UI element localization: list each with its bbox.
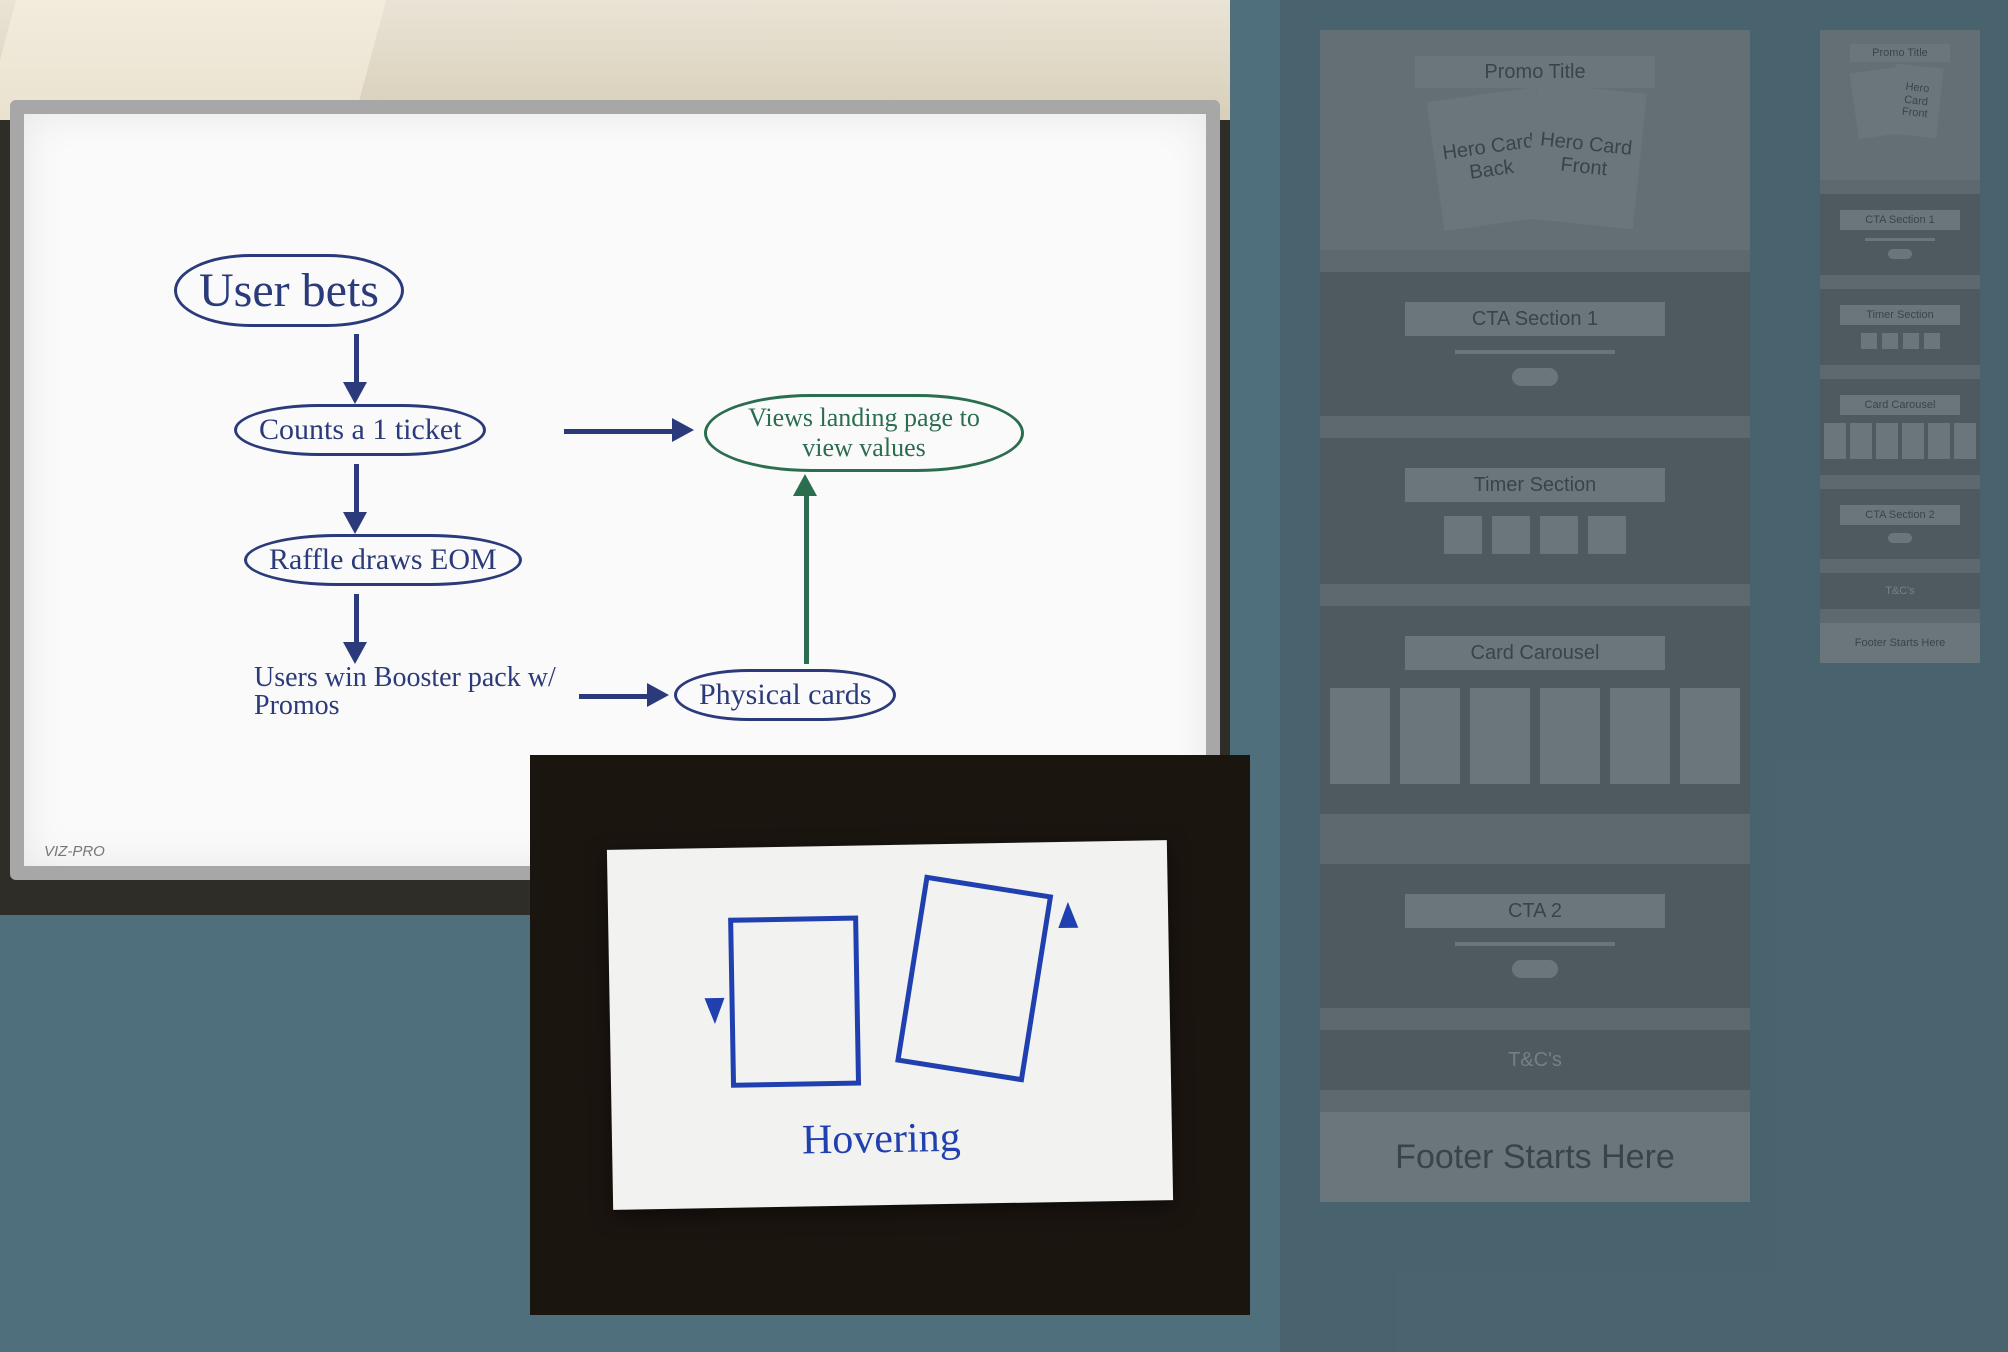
cta-button[interactable] (1888, 249, 1912, 259)
arrow-down-icon (343, 512, 367, 534)
spacer (1320, 1090, 1750, 1112)
divider (1455, 942, 1615, 946)
arrow-down-icon (343, 382, 367, 404)
cta-button[interactable] (1512, 960, 1558, 978)
node-winners: Users win Booster pack w/ Promos (254, 664, 574, 720)
timer-boxes (1444, 516, 1626, 554)
arrow-line (804, 494, 809, 664)
node-raffle: Raffle draws EOM (244, 534, 522, 586)
hero-section: Promo Title Hero Card Front (1820, 30, 1980, 180)
arrow-down-icon (343, 642, 367, 664)
arrow-up-icon (793, 474, 817, 496)
section-label: Timer Section (1405, 468, 1665, 502)
arrow-line (354, 334, 359, 384)
arrow-line (579, 694, 649, 699)
node-counts-ticket: Counts a 1 ticket (234, 404, 486, 456)
section-label: Timer Section (1840, 305, 1960, 325)
section-label: CTA Section 2 (1840, 505, 1960, 525)
cta-button[interactable] (1512, 368, 1558, 386)
timer-digit (1924, 333, 1940, 349)
timer-digit (1861, 333, 1877, 349)
timer-digit (1444, 516, 1482, 554)
node-user-bets: User bets (174, 254, 404, 327)
hero-section: Promo Title Hero Card Back Hero Card Fro… (1320, 30, 1750, 250)
divider (1455, 350, 1615, 354)
spacer (1820, 365, 1980, 379)
section-label: Card Carousel (1405, 636, 1665, 670)
arrow-right-icon (647, 683, 669, 707)
hero-card-front: Hero Card Front (1523, 83, 1647, 230)
cta-section-1: CTA Section 1 (1820, 194, 1980, 275)
timer-boxes (1861, 333, 1940, 349)
indexcard-photo: Hovering (530, 755, 1250, 1315)
spacer (1820, 559, 1980, 573)
carousel-card[interactable] (1330, 688, 1390, 784)
terms-section: T&C's (1320, 1030, 1750, 1090)
node-physical-cards: Physical cards (674, 669, 896, 721)
index-card: Hovering (607, 840, 1173, 1210)
carousel-row[interactable] (1820, 423, 1980, 459)
carousel-card[interactable] (1876, 423, 1898, 459)
carousel-card[interactable] (1400, 688, 1460, 784)
carousel-card[interactable] (1540, 688, 1600, 784)
carousel-card[interactable] (1610, 688, 1670, 784)
card-sketch-static (728, 916, 861, 1088)
timer-digit (1903, 333, 1919, 349)
wireframe-mobile: Promo Title Hero Card Front CTA Section … (1820, 30, 1980, 663)
carousel-card[interactable] (1824, 423, 1846, 459)
spacer (1820, 475, 1980, 489)
spacer (1820, 180, 1980, 194)
section-label: Card Carousel (1840, 395, 1960, 415)
timer-digit (1492, 516, 1530, 554)
timer-section: Timer Section (1820, 289, 1980, 365)
card-sketch-hover (895, 875, 1053, 1083)
spacer (1320, 250, 1750, 272)
arrow-up-icon (1058, 902, 1078, 928)
timer-section: Timer Section (1320, 438, 1750, 584)
carousel-card[interactable] (1902, 423, 1924, 459)
spacer (1320, 416, 1750, 438)
cta-section-1: CTA Section 1 (1320, 272, 1750, 416)
arrow-down-icon (705, 998, 725, 1024)
card-carousel-section: Card Carousel (1320, 606, 1750, 814)
arrow-line (354, 464, 359, 514)
carousel-card[interactable] (1680, 688, 1740, 784)
carousel-card[interactable] (1928, 423, 1950, 459)
arrow-right-icon (672, 418, 694, 442)
carousel-row[interactable] (1320, 688, 1750, 784)
whiteboard-brand: VIZ-PRO (44, 843, 105, 860)
carousel-card[interactable] (1470, 688, 1530, 784)
cta-section-2: CTA Section 2 (1820, 489, 1980, 559)
carousel-card[interactable] (1850, 423, 1872, 459)
section-label: CTA Section 1 (1840, 210, 1960, 230)
footer-section: Footer Starts Here (1320, 1112, 1750, 1202)
footer-section: Footer Starts Here (1820, 623, 1980, 663)
promo-title: Promo Title (1850, 44, 1950, 62)
carousel-card[interactable] (1954, 423, 1976, 459)
timer-digit (1540, 516, 1578, 554)
timer-digit (1588, 516, 1626, 554)
spacer (1820, 275, 1980, 289)
spacer (1820, 609, 1980, 623)
section-label: CTA Section 1 (1405, 302, 1665, 336)
card-carousel-section: Card Carousel (1820, 379, 1980, 475)
timer-digit (1882, 333, 1898, 349)
promo-title: Promo Title (1415, 56, 1655, 88)
terms-section: T&C's (1820, 573, 1980, 609)
spacer (1320, 1008, 1750, 1030)
spacer (1320, 814, 1750, 864)
section-label: CTA 2 (1405, 894, 1665, 928)
indexcard-caption: Hovering (802, 1114, 961, 1165)
cta-button[interactable] (1888, 533, 1912, 543)
arrow-line (354, 594, 359, 644)
arrow-line (564, 429, 674, 434)
wireframe-tablet: Promo Title Hero Card Back Hero Card Fro… (1320, 30, 1750, 1202)
hero-card-front: Hero Card Front (1888, 64, 1943, 139)
node-landing-page: Views landing page to view values (704, 394, 1024, 472)
cta-section-2: CTA 2 (1320, 864, 1750, 1008)
spacer (1320, 584, 1750, 606)
divider (1865, 238, 1935, 241)
